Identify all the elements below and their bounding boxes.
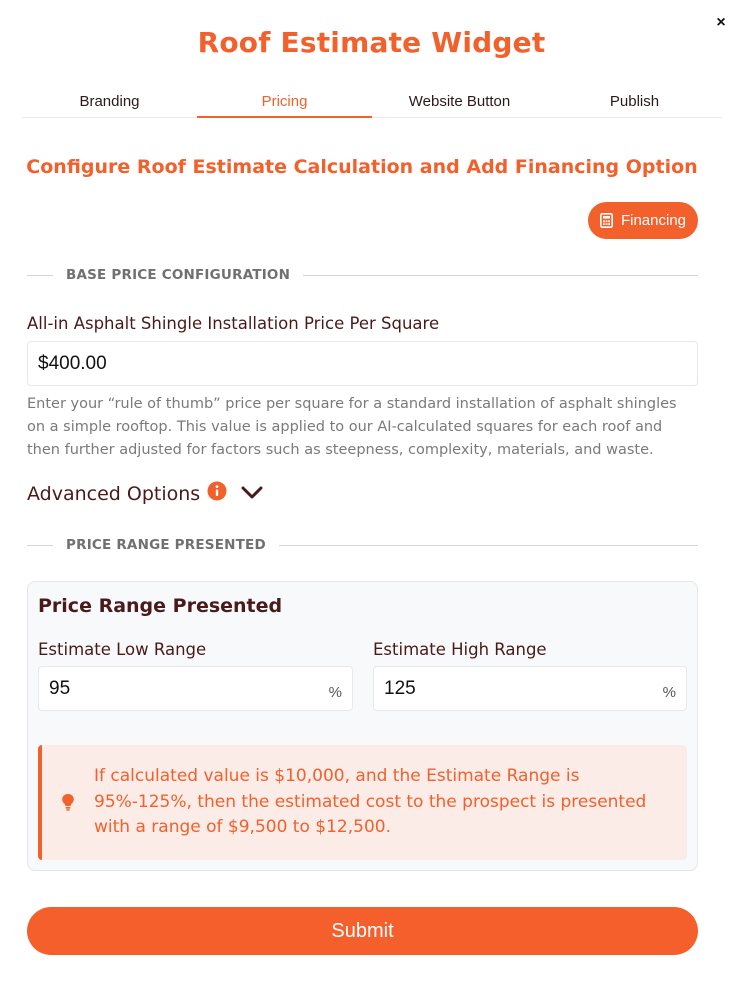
low-range-unit: % (328, 684, 342, 701)
low-range-label: Estimate Low Range (38, 640, 207, 659)
chevron-down-icon[interactable] (241, 483, 263, 505)
tab-bar: Branding Pricing Website Button Publish (22, 92, 722, 118)
tab-pricing[interactable]: Pricing (197, 92, 372, 118)
calculator-icon (599, 213, 613, 228)
low-range-input[interactable]: 95 % (38, 666, 353, 711)
high-range-value: 125 (384, 677, 416, 699)
low-range-value: 95 (49, 677, 71, 699)
price-per-square-label: All-in Asphalt Shingle Installation Pric… (27, 314, 440, 333)
base-price-divider: BASE PRICE CONFIGURATION (27, 266, 698, 284)
tab-website-button[interactable]: Website Button (372, 92, 547, 117)
price-per-square-value: $400.00 (38, 352, 107, 374)
high-range-label: Estimate High Range (373, 640, 547, 659)
base-price-heading: BASE PRICE CONFIGURATION (66, 267, 291, 283)
submit-button[interactable]: Submit (27, 907, 698, 955)
lightbulb-icon (61, 793, 75, 815)
info-icon[interactable] (207, 481, 227, 506)
high-range-unit: % (662, 684, 676, 701)
tab-publish[interactable]: Publish (547, 92, 722, 117)
page-title: Roof Estimate Widget (197, 26, 546, 59)
range-example-text: If calculated value is $10,000, and the … (94, 766, 647, 837)
tab-branding[interactable]: Branding (22, 92, 197, 117)
section-subtitle: Configure Roof Estimate Calculation and … (26, 156, 698, 178)
price-range-heading: PRICE RANGE PRESENTED (66, 537, 266, 553)
price-range-divider: PRICE RANGE PRESENTED (27, 536, 698, 554)
high-range-input[interactable]: 125 % (373, 666, 687, 711)
price-help-text: Enter your “rule of thumb” price per squ… (27, 396, 677, 458)
advanced-options-label: Advanced Options (27, 482, 201, 505)
price-range-card-title: Price Range Presented (38, 595, 283, 617)
advanced-options-toggle[interactable]: Advanced Options (27, 481, 263, 506)
price-per-square-input[interactable]: $400.00 (27, 341, 698, 386)
financing-button[interactable]: Financing (588, 202, 698, 239)
financing-button-label: Financing (620, 212, 687, 229)
